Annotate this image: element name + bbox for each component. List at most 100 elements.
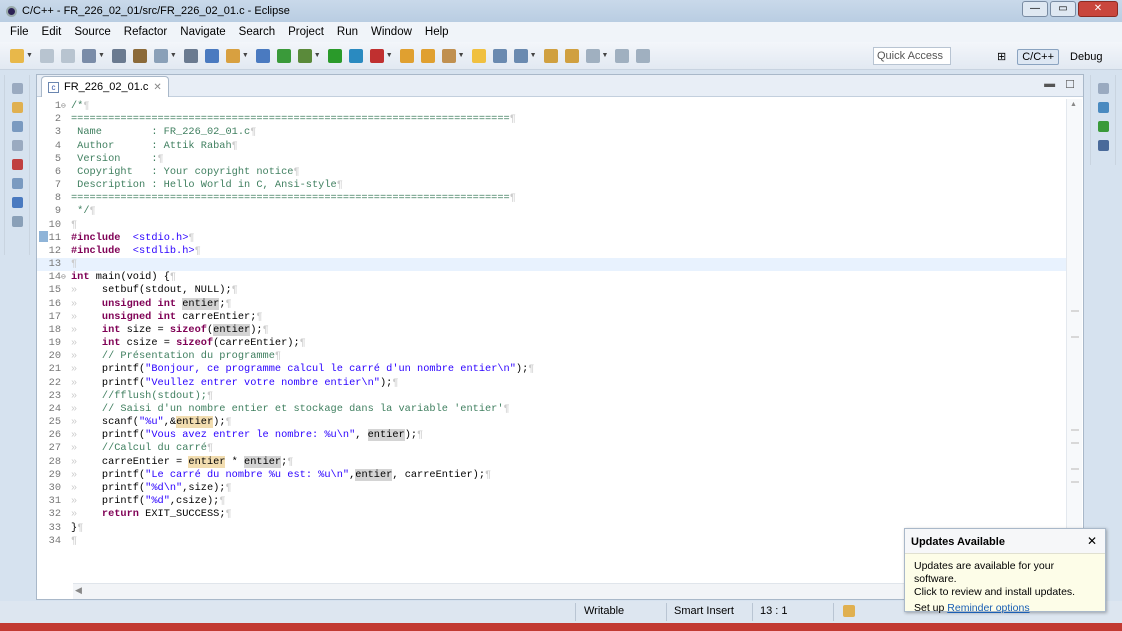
toolbar-button-icon[interactable] [636,48,651,63]
code-line[interactable]: 27 » //Calcul du carré [37,442,1067,455]
toolbar-button-icon[interactable] [513,48,528,63]
occurrence-overview-mark[interactable] [1071,428,1079,431]
toolbar-button-icon[interactable] [441,48,456,63]
code-line[interactable]: 8 =======================================… [37,192,1067,205]
toolbar-button-icon[interactable] [60,48,75,63]
code-line[interactable]: 4 Author : Attik Rabah [37,140,1067,153]
restore-icon[interactable] [11,83,23,94]
code-line[interactable]: 10 [37,219,1067,232]
code-line[interactable]: 22 » printf("Veullez entrer votre nombre … [37,377,1067,390]
close-popup-icon[interactable]: ✕ [1087,534,1097,548]
code-line[interactable]: 16 » unsigned int entier; [37,297,1067,311]
toolbar-button-icon[interactable] [564,48,579,63]
toolbar-button-icon[interactable] [225,48,240,63]
toolbar-button-icon[interactable] [204,48,219,63]
fold-toggle-icon[interactable]: ⊖ [61,271,66,284]
properties-icon[interactable] [11,216,23,227]
code-line[interactable]: 31 » printf("%d",csize); [37,495,1067,508]
code-line[interactable]: 25 » scanf("%u",&entier); [37,416,1067,429]
dropdown-arrow-icon[interactable]: ▼ [242,52,249,59]
perspective-debug[interactable]: Debug [1065,49,1107,65]
dropdown-arrow-icon[interactable]: ▼ [98,52,105,59]
dropdown-arrow-icon[interactable]: ▼ [314,52,321,59]
toolbar-button-icon[interactable] [615,48,630,63]
code-line[interactable]: 5 Version : [37,153,1067,166]
code-line[interactable]: 28 » carreEntier = entier * entier; [37,455,1067,469]
reminder-options-link[interactable]: Reminder options [947,602,1029,614]
toolbar-button-icon[interactable] [471,48,486,63]
occurrence-overview-mark[interactable] [1071,309,1079,312]
outline-icon[interactable] [1097,102,1109,113]
scroll-up-icon[interactable]: ▲ [1070,101,1077,108]
dropdown-arrow-icon[interactable]: ▼ [458,52,465,59]
code-line[interactable]: 15 » setbuf(stdout, NULL); [37,284,1067,297]
code-editor[interactable]: c FR_226_02_01.c ✕ ▬☐ 1⊖/*2=============… [36,74,1084,600]
perspective-cpp[interactable]: C/C++ [1017,48,1060,65]
toolbar-button-icon[interactable] [276,48,291,63]
toolbar-button-icon[interactable] [399,48,414,63]
code-line[interactable]: 19 » int csize = sizeof(carreEntier); [37,337,1067,350]
dropdown-arrow-icon[interactable]: ▼ [170,52,177,59]
quick-access-input[interactable]: Quick Access [873,47,951,65]
code-line[interactable]: 6 Copyright : Your copyright notice [37,166,1067,179]
toolbar-button-icon[interactable] [111,48,126,63]
code-line[interactable]: 21 » printf("Bonjour, ce programme calcul… [37,363,1067,376]
menu-search[interactable]: Search [233,26,282,38]
toolbar-button-icon[interactable] [420,48,435,63]
menu-source[interactable]: Source [68,26,117,38]
menu-window[interactable]: Window [365,26,419,38]
project-explorer-icon[interactable] [11,102,23,113]
code-line[interactable]: 29 » printf("Le carré du nombre %u est: %… [37,468,1067,482]
toolbar-button-icon[interactable] [492,48,507,63]
dropdown-arrow-icon[interactable]: ▼ [386,52,393,59]
maximize-view-icon[interactable]: ☐ [1065,78,1075,91]
toolbar-button-icon[interactable] [153,48,168,63]
toolbar-button-icon[interactable] [39,48,54,63]
code-line[interactable]: 30 » printf("%d\n",size); [37,482,1067,495]
toolbar-button-icon[interactable] [327,48,342,63]
updates-icon[interactable] [843,605,855,617]
menu-file[interactable]: File [4,26,36,38]
popup-line-2[interactable]: Click to review and install updates. [914,586,1096,599]
toolbar-button-icon[interactable] [132,48,147,63]
menu-help[interactable]: Help [419,26,456,38]
menu-navigate[interactable]: Navigate [174,26,232,38]
restore-icon[interactable] [11,140,23,151]
dropdown-arrow-icon[interactable]: ▼ [26,52,33,59]
code-line[interactable]: 26 » printf("Vous avez entrer le nombre: … [37,429,1067,442]
type-hierarchy-icon[interactable] [11,121,23,132]
code-line[interactable]: 9 */ [37,205,1067,218]
occurrence-overview-mark[interactable] [1071,481,1079,484]
code-line[interactable]: 7 Description : Hello World in C, Ansi-s… [37,179,1067,192]
fold-toggle-icon[interactable]: ⊖ [61,100,66,113]
code-area[interactable]: 1⊖/*2===================================… [37,100,1067,548]
menu-project[interactable]: Project [282,26,331,38]
dropdown-arrow-icon[interactable]: ▼ [530,52,537,59]
toolbar-button-icon[interactable] [369,48,384,63]
minimize-button[interactable]: — [1022,1,1048,17]
console-icon[interactable] [11,197,23,208]
toolbar-button-icon[interactable] [348,48,363,63]
dropdown-arrow-icon[interactable]: ▼ [602,52,609,59]
toolbar-button-icon[interactable] [183,48,198,63]
menu-edit[interactable]: Edit [36,26,69,38]
toolbar-button-icon[interactable] [543,48,558,63]
toolbar-button-icon[interactable] [585,48,600,63]
close-window-button[interactable]: ✕ [1078,1,1118,17]
code-line[interactable]: 18 » int size = sizeof(entier); [37,323,1067,337]
problems-icon[interactable] [11,159,23,170]
maximize-button[interactable]: ▭ [1050,1,1076,17]
code-line[interactable]: 32 » return EXIT_SUCCESS; [37,508,1067,521]
code-line[interactable]: 23 » //fflush(stdout); [37,390,1067,403]
code-line[interactable]: 24 » // Saisi d'un nombre entier et stock… [37,403,1067,416]
code-line[interactable]: 3 Name : FR_226_02_01.c [37,126,1067,139]
tab-fr-226-02-01-c[interactable]: c FR_226_02_01.c ✕ [41,76,169,97]
occurrence-overview-mark[interactable] [1071,336,1079,339]
code-line[interactable]: 11 #include <stdio.h> [37,232,1067,245]
code-line[interactable]: 14 ⊖ int main(void) { [37,271,1067,284]
open-perspective-icon[interactable]: ⊞ [992,48,1011,65]
close-tab-icon[interactable]: ✕ [153,82,161,93]
code-line[interactable]: 12 #include <stdlib.h> [37,245,1067,258]
toolbar-button-icon[interactable] [297,48,312,63]
toolbar-button-icon[interactable] [81,48,96,63]
